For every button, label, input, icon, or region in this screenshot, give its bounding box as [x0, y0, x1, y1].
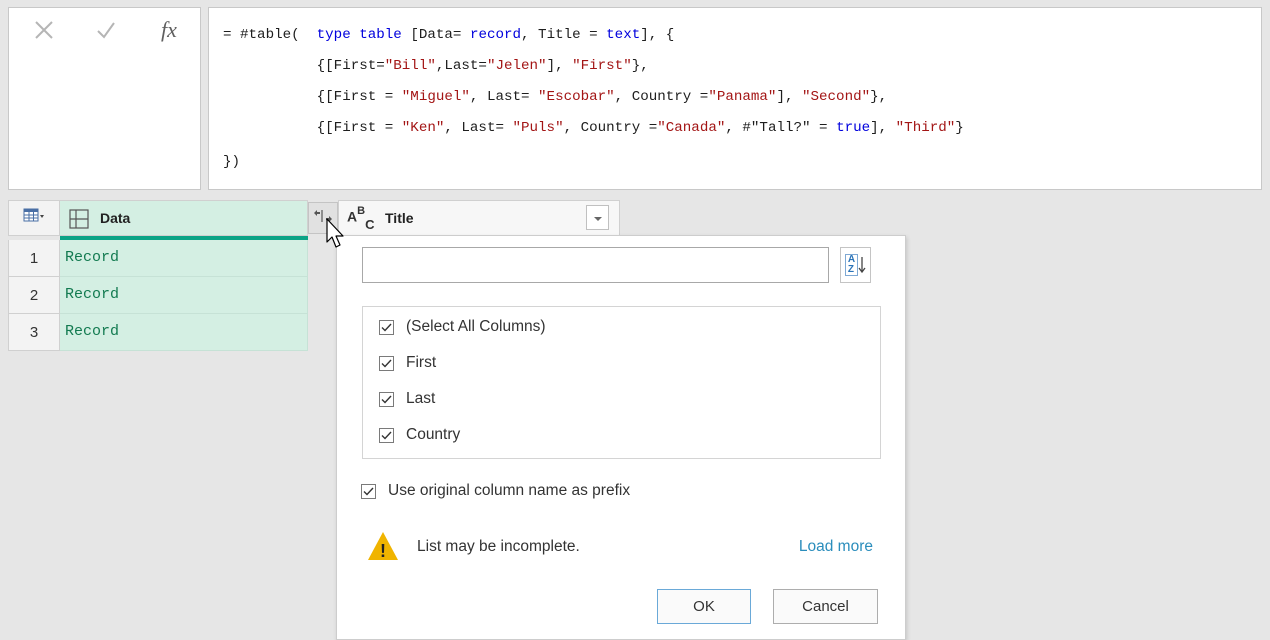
checkbox-checked-icon[interactable] [379, 427, 394, 443]
formula-string: "Jelen" [486, 58, 547, 74]
formula-string: "Second" [802, 89, 871, 105]
mouse-pointer-icon [326, 218, 348, 257]
warning-icon: ! [367, 530, 399, 567]
formula-text: , Last= [444, 120, 513, 136]
formula-line: {[First="Bill",Last="Jelen"], "First"}, [223, 58, 649, 74]
formula-text: = #table( [223, 27, 317, 43]
column-option-label: Last [406, 390, 436, 407]
cancel-icon[interactable] [27, 10, 61, 50]
prefix-option[interactable]: Use original column name as prefix [361, 476, 630, 506]
column-header-label: Data [100, 210, 131, 226]
record-cell[interactable]: Record [60, 240, 308, 277]
column-option-label: (Select All Columns) [406, 318, 546, 335]
formula-text: {[First = [223, 89, 402, 105]
formula-text: , #"Tall?" = [725, 120, 837, 136]
formula-string: "Bill" [384, 58, 436, 74]
column-option-first[interactable]: First [379, 348, 436, 378]
checkbox-checked-icon[interactable] [379, 355, 394, 371]
formula-editor[interactable]: = #table( type table [Data= record, Titl… [208, 7, 1262, 190]
formula-text: }, [631, 58, 649, 74]
formula-line: {[First = "Miguel", Last= "Escobar", Cou… [223, 89, 888, 105]
table-menu-button[interactable] [8, 200, 60, 236]
formula-string: "First" [572, 58, 632, 74]
formula-string: "Miguel" [401, 89, 470, 105]
column-header-label: Title [385, 210, 414, 226]
formula-string: "Escobar" [538, 89, 615, 105]
column-search-input[interactable] [362, 247, 829, 283]
formula-text: ,Last= [435, 58, 487, 74]
record-cell[interactable]: Record [60, 277, 308, 314]
formula-bar-controls: fx [8, 7, 201, 190]
fx-icon[interactable]: fx [149, 10, 189, 50]
formula-text [351, 27, 360, 43]
formula-text: } [955, 120, 964, 136]
text-type-icon: ABC [347, 205, 375, 233]
column-option-last[interactable]: Last [379, 384, 435, 414]
formula-text: {[First = [223, 120, 402, 136]
column-list: (Select All Columns) First Last Country [362, 306, 881, 459]
checkbox-checked-icon[interactable] [379, 391, 394, 407]
formula-string: "Third" [895, 120, 956, 136]
record-cell[interactable]: Record [60, 314, 308, 351]
column-option-label: First [406, 354, 437, 371]
sort-az-icon: AZ [844, 254, 866, 276]
expand-columns-popup: AZ (Select All Columns) First Last Count… [336, 235, 906, 640]
formula-string: "Panama" [708, 89, 777, 105]
load-more-link[interactable]: Load more [799, 538, 873, 556]
formula-bar: fx = #table( type table [Data= record, T… [0, 0, 1270, 196]
prefix-label: Use original column name as prefix [388, 482, 631, 499]
formula-line: }) [223, 154, 240, 170]
column-header-data[interactable]: Data [60, 200, 308, 236]
row-number: 2 [8, 277, 60, 314]
formula-keyword: record [469, 27, 522, 43]
table-row[interactable]: 3 Record [8, 314, 308, 351]
formula-text: , Country = [563, 120, 658, 136]
row-number: 1 [8, 240, 60, 277]
table-row[interactable]: 1 Record [8, 240, 308, 277]
column-option-select-all[interactable]: (Select All Columns) [379, 312, 546, 342]
formula-keyword: text [606, 27, 641, 43]
svg-text:!: ! [380, 541, 386, 561]
warning-text: List may be incomplete. [417, 538, 580, 555]
checkbox-checked-icon[interactable] [361, 483, 376, 499]
record-type-icon [69, 209, 89, 234]
formula-text: {[First= [223, 58, 385, 74]
column-option-country[interactable]: Country [379, 420, 460, 450]
formula-line: {[First = "Ken", Last= "Puls", Country =… [223, 120, 964, 136]
warning-row: ! List may be incomplete. Load more [367, 530, 882, 566]
formula-keyword: type [316, 27, 351, 43]
formula-string: "Canada" [657, 120, 726, 136]
sort-button[interactable]: AZ [840, 247, 871, 283]
table-icon [23, 208, 45, 229]
formula-text: ], { [640, 27, 675, 43]
formula-text: }) [223, 154, 241, 170]
formula-text: , Title = [521, 27, 607, 43]
chevron-down-icon [593, 209, 603, 227]
table-row[interactable]: 2 Record [8, 277, 308, 314]
ok-button[interactable]: OK [657, 589, 751, 624]
formula-text: , Country = [614, 89, 709, 105]
formula-string: "Ken" [401, 120, 445, 136]
column-option-label: Country [406, 426, 461, 443]
formula-text: ], [776, 89, 802, 105]
formula-string: "Puls" [512, 120, 564, 136]
formula-keyword: table [359, 27, 402, 43]
formula-text: [Data= [401, 27, 470, 43]
formula-text: }, [870, 89, 888, 105]
formula-line: = #table( type table [Data= record, Titl… [223, 27, 674, 43]
checkbox-checked-icon[interactable] [379, 319, 394, 335]
row-number: 3 [8, 314, 60, 351]
cancel-button[interactable]: Cancel [773, 589, 878, 624]
formula-keyword: true [836, 120, 871, 136]
formula-text: , Last= [469, 89, 539, 105]
formula-text: ], [546, 58, 573, 74]
column-filter-dropdown[interactable] [586, 205, 609, 230]
formula-text: ], [870, 120, 896, 136]
column-header-title[interactable]: ABC Title [338, 200, 620, 236]
check-icon[interactable] [89, 10, 123, 50]
